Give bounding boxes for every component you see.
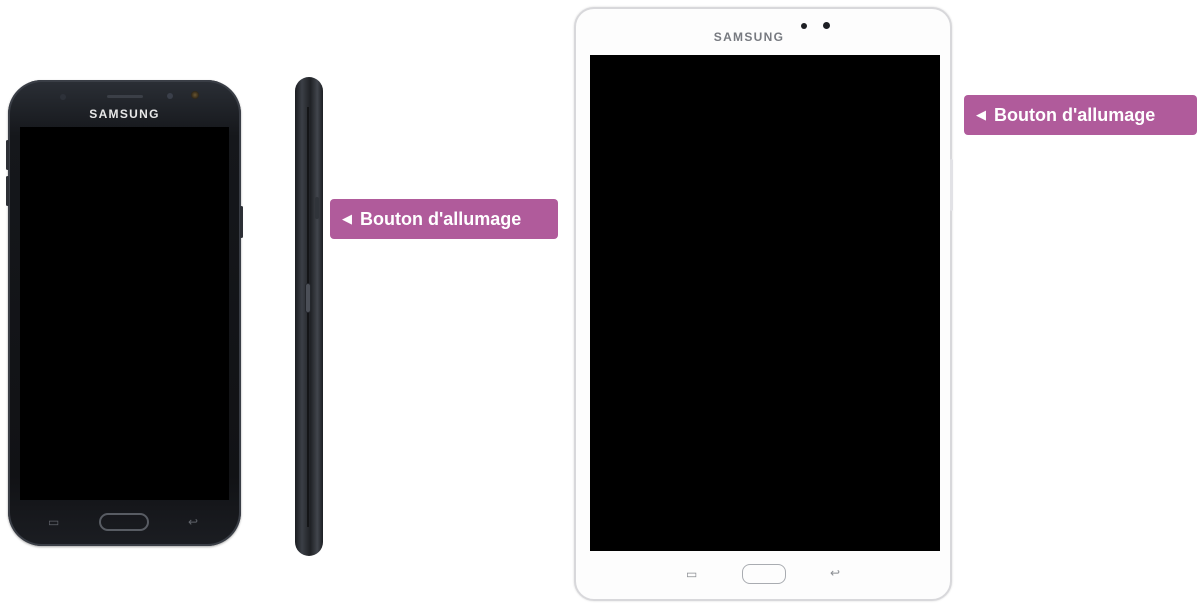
proximity-sensor <box>167 93 173 99</box>
brand-logo: SAMSUNG <box>89 107 160 121</box>
brand-logo: SAMSUNG <box>713 30 785 44</box>
recent-apps-icon: ▭ <box>686 567 698 581</box>
left-triangle-icon: ◀ <box>976 107 986 122</box>
earpiece-speaker <box>107 95 143 98</box>
front-camera-icon <box>191 91 199 99</box>
power-button-callout: ◀ Bouton d'allumage <box>964 95 1197 135</box>
home-button <box>742 564 786 584</box>
phone-side-profile <box>295 77 323 556</box>
power-button <box>950 159 953 211</box>
tablet-screen <box>590 55 940 551</box>
recent-apps-icon: ▭ <box>48 515 60 529</box>
front-camera-icon <box>823 22 830 29</box>
callout-label: Bouton d'allumage <box>994 104 1156 125</box>
volume-down-button <box>6 176 9 206</box>
power-button-callout: ◀ Bouton d'allumage <box>330 199 558 239</box>
back-icon: ↩ <box>188 515 199 529</box>
side-key <box>315 197 319 219</box>
sensor-dot <box>60 94 66 100</box>
home-button <box>99 513 149 531</box>
callout-label: Bouton d'allumage <box>360 208 522 229</box>
phone-front: SAMSUNG ▭ ↩ <box>6 80 243 546</box>
tablet-front: SAMSUNG ▭ ↩ <box>574 7 953 601</box>
left-triangle-icon: ◀ <box>342 211 352 226</box>
power-button <box>305 283 311 313</box>
power-button <box>240 206 243 238</box>
volume-up-button <box>6 140 9 170</box>
frame-groove <box>307 107 309 527</box>
light-sensor <box>801 23 807 29</box>
back-icon: ↩ <box>830 566 841 580</box>
phone-screen <box>20 127 229 500</box>
